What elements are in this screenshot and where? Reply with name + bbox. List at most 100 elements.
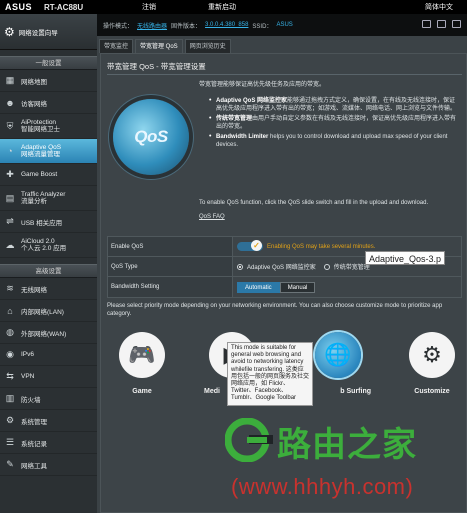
wireless-icon: ≋ xyxy=(6,283,14,293)
lan-icon: ⌂ xyxy=(7,305,13,316)
watermark-logo-icon xyxy=(225,418,273,462)
advanced-section-header: 高级设置 xyxy=(0,264,97,278)
firewall-icon: ▥ xyxy=(5,393,15,403)
feature-adaptive-qos: Adaptive QoS 网络监控家能够通过拖拽方式定义，确保设置，在有线及无线… xyxy=(209,97,461,113)
bandwidth-setting-row: Bandwidth Setting Automatic Manual xyxy=(108,277,461,297)
sidebar-item-label: 访客网络 xyxy=(21,100,47,108)
sidebar-item-aiprotection[interactable]: ⛨ AiProtection 智能网络卫士 xyxy=(0,114,97,139)
notification-icon[interactable] xyxy=(452,20,461,28)
firmware-value-link[interactable]: 3.0.0.4.380_858 xyxy=(205,22,248,28)
sidebar-item-label: Traffic Analyzer 流量分析 xyxy=(21,191,65,205)
tab-bandwidth-monitor[interactable]: 带宽监控 xyxy=(99,39,134,53)
feature-title: 传统带宽管理 xyxy=(216,116,253,122)
tab-web-history[interactable]: 网页浏览历史 xyxy=(184,39,231,53)
system-log-icon: ☰ xyxy=(5,437,15,447)
mode-customize[interactable]: ⚙ Customize xyxy=(397,332,467,395)
wizard-label: 网络设置向导 xyxy=(18,29,58,37)
feature-text: 由用户手动自定义参数在有线及无线连接时，保证高优先级应用程序进入带有出的带宽。 xyxy=(216,116,457,130)
automatic-button[interactable]: Automatic xyxy=(237,281,280,293)
mode-label: b Surfing xyxy=(340,388,371,395)
general-section-header: 一般设置 xyxy=(0,56,97,70)
sidebar-item-label: 内部网络(LAN) xyxy=(21,308,64,316)
ssid-label: SSID： xyxy=(252,23,273,30)
ipv6-icon: ◉ xyxy=(6,349,14,359)
logout-button[interactable]: 注销 xyxy=(134,2,164,12)
sidebar-item-label: 外部网络(WAN) xyxy=(21,330,67,338)
mode-label: 操作模式： xyxy=(103,23,134,30)
sidebar: ⚙ 网络设置向导 一般设置 ▦ 网络地图 ☻ 访客网络 ⛨ AiProtecti… xyxy=(0,14,97,513)
customize-icon[interactable]: ⚙ xyxy=(409,332,455,378)
traffic-analyzer-icon: ▤ xyxy=(5,192,15,203)
sidebar-item-usb[interactable]: ⇌ USB 相关应用 xyxy=(0,211,97,233)
sidebar-item-label: 系统记录 xyxy=(21,440,47,448)
tab-qos[interactable]: 带宽管理 QoS xyxy=(135,39,183,53)
administration-icon: ⚙ xyxy=(5,415,15,425)
status-icons xyxy=(422,20,461,28)
traditional-qos-radio[interactable] xyxy=(323,263,330,270)
sidebar-item-adaptive-qos[interactable]: ◔ Adaptive QoS 网络流量管理 xyxy=(0,139,97,164)
sidebar-item-wan[interactable]: ◍ 外部网络(WAN) xyxy=(0,322,97,344)
wan-status-icon[interactable] xyxy=(422,20,431,28)
bandwidth-mode-switch: Automatic Manual xyxy=(237,281,316,293)
sidebar-item-network-map[interactable]: ▦ 网络地图 xyxy=(0,70,97,92)
web-surfing-tooltip: This mode is suitable for general web br… xyxy=(227,342,313,406)
watermark-url: (www.hhhyh.com) xyxy=(231,474,414,499)
mode-label: Game xyxy=(132,388,152,395)
title-divider xyxy=(107,74,462,75)
mode-web-surfing[interactable]: 🌐 b Surfing xyxy=(303,332,373,395)
aiprotection-icon: ⛨ xyxy=(6,120,14,131)
adaptive-qos-icon: ◔ xyxy=(7,146,13,156)
ssid-value[interactable]: ASUS xyxy=(276,22,292,28)
sidebar-item-administration[interactable]: ⚙ 系统管理 xyxy=(0,410,97,432)
feature-traditional-qos: 传统带宽管理由用户手动自定义参数在有线及无线连接时，保证高优先级应用程序进入带有… xyxy=(209,115,461,131)
sidebar-item-guest-network[interactable]: ☻ 访客网络 xyxy=(0,92,97,114)
enable-qos-toggle[interactable] xyxy=(237,240,263,251)
mode-value-link[interactable]: 无线路由器 xyxy=(137,21,167,30)
aicloud-label: AiCloud 2.0 xyxy=(21,238,55,245)
mode-label: Customize xyxy=(414,388,450,395)
adaptive-qos-sublabel: 网络流量管理 xyxy=(21,151,60,158)
vpn-icon: ⇆ xyxy=(6,371,14,381)
adaptive-qos-option: Adaptive QoS 网络监控家 xyxy=(247,265,316,271)
sidebar-item-label: 网络地图 xyxy=(21,78,47,86)
qos-logo-text: QoS xyxy=(134,127,168,146)
sidebar-item-wireless[interactable]: ≋ 无线网络 xyxy=(0,278,97,300)
sidebar-item-vpn[interactable]: ⇆ VPN xyxy=(0,366,97,388)
manual-button[interactable]: Manual xyxy=(279,281,316,293)
usb-status-icon[interactable] xyxy=(437,20,446,28)
sidebar-item-label: AiCloud 2.0 个人云 2.0 应用 xyxy=(21,238,66,252)
asus-logo[interactable]: ASUS xyxy=(0,2,44,12)
guest-network-icon: ☻ xyxy=(5,97,15,108)
sidebar-item-traffic-analyzer[interactable]: ▤ Traffic Analyzer 流量分析 xyxy=(0,186,97,211)
page-title: 带宽管理 QoS - 带宽管理设置 xyxy=(107,62,206,71)
language-select[interactable]: 简体中文 xyxy=(424,2,454,12)
sidebar-item-firewall[interactable]: ▥ 防火墙 xyxy=(0,388,97,410)
filename-tooltip: Adaptive_Qos-3.p xyxy=(365,251,446,265)
sidebar-item-label: 网络工具 xyxy=(21,462,47,470)
usb-icon: ⇌ xyxy=(6,216,14,226)
sidebar-item-ipv6[interactable]: ◉ IPv6 xyxy=(0,344,97,366)
aiprotection-label: AiProtection xyxy=(21,119,57,126)
sidebar-item-label: AiProtection 智能网络卫士 xyxy=(21,119,60,133)
sidebar-item-game-boost[interactable]: ✚ Game Boost xyxy=(0,164,97,186)
sidebar-item-network-tools[interactable]: ✎ 网络工具 xyxy=(0,454,97,476)
sidebar-item-aicloud[interactable]: ☁ AiCloud 2.0 个人云 2.0 应用 xyxy=(0,233,97,258)
feature-title: Bandwidth Limiter xyxy=(216,134,269,140)
adaptive-qos-label: Adaptive QoS xyxy=(21,144,62,151)
game-icon[interactable]: 🎮 xyxy=(119,332,165,378)
web-surfing-icon[interactable]: 🌐 xyxy=(315,332,361,378)
feature-bandwidth-limiter: Bandwidth Limiter helps you to control d… xyxy=(209,133,461,149)
reboot-button[interactable]: 重新启动 xyxy=(207,2,237,12)
mode-game[interactable]: 🎮 Game xyxy=(107,332,177,395)
qos-faq-link[interactable]: QoS FAQ xyxy=(199,214,225,220)
feature-title: Adaptive QoS 网络监控家 xyxy=(216,98,288,104)
quick-setup-wizard[interactable]: ⚙ 网络设置向导 xyxy=(0,14,97,50)
sidebar-item-system-log[interactable]: ☰ 系统记录 xyxy=(0,432,97,454)
sidebar-item-label: Game Boost xyxy=(21,171,58,178)
sidebar-item-label: 无线网络 xyxy=(21,286,47,294)
tab-bar: 带宽监控 带宽管理 QoS 网页浏览历史 xyxy=(97,36,231,53)
adaptive-qos-radio[interactable] xyxy=(237,263,243,270)
sidebar-item-lan[interactable]: ⌂ 内部网络(LAN) xyxy=(0,300,97,322)
enable-qos-warning: Enabling QoS may take several minutes. xyxy=(267,243,376,250)
router-model: RT-AC88U xyxy=(44,2,84,12)
